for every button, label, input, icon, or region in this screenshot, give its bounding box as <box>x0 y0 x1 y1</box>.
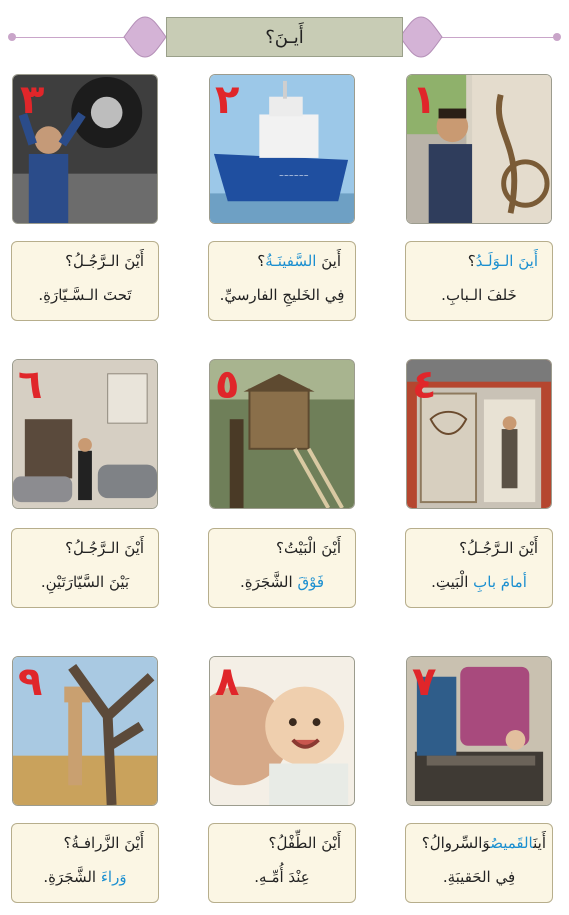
question-text: أَينَ الـوَلَـدُ؟ <box>467 252 538 270</box>
item-number-1: ١ <box>412 77 437 123</box>
banner-left-ornament <box>123 16 167 58</box>
question-text: أَيْنَ الْبَيْتُ؟ <box>275 539 341 557</box>
answer-text: أمامَ بابِ الْبَيتِ. <box>431 573 527 591</box>
question-card-1: أَينَ الـوَلَـدُ؟ خَلفَ الـبابِ. <box>405 241 553 321</box>
question-card-8: أَيْنَ الطِّفْلُ؟ عِنْدَ أُمِّـهِ. <box>208 823 356 903</box>
question-text: أَيْنَ الـرَّجُـلُ؟ <box>65 539 144 557</box>
answer-text: فِي الخَليجِ الفارسيِّ. <box>219 286 345 304</box>
item-number-8: ٨ <box>215 659 240 705</box>
answer-text: بَيْنَ السَّيّارَتَيْنِ. <box>40 573 130 591</box>
question-card-3: أَيْنَ الـرَّجُـلُ؟ تَحتَ الـسَّـيّارَةِ… <box>11 241 159 321</box>
answer-text: فِي الحَقيبَةِ. <box>442 868 516 886</box>
page-title: أَيـنَ؟ <box>166 17 403 57</box>
banner-right-ornament <box>399 16 443 58</box>
question-card-4: أَيْنَ الـرَّجُـلُ؟ أمامَ بابِ الْبَيتِ. <box>405 528 553 608</box>
answer-text: عِنْدَ أُمِّـهِ. <box>254 868 310 886</box>
answer-text: فَوْقَ الشَّجَرَةِ. <box>239 573 325 591</box>
question-card-5: أَيْنَ الْبَيْتُ؟ فَوْقَ الشَّجَرَةِ. <box>208 528 356 608</box>
question-card-9: أَيْنَ الزَّرافـةُ؟ وَراءَ الشَّجَرَةِ. <box>11 823 159 903</box>
item-number-6: ٦ <box>18 362 43 408</box>
item-number-7: ٧ <box>412 659 437 705</box>
answer-text: خَلفَ الـبابِ. <box>441 286 517 304</box>
svg-text:~~~~~~: ~~~~~~ <box>279 174 309 180</box>
banner-left-dot <box>8 33 16 41</box>
item-number-5: ٥ <box>215 362 240 408</box>
question-card-6: أَيْنَ الـرَّجُـلُ؟ بَيْنَ السَّيّارَتَي… <box>11 528 159 608</box>
question-card-2: أَينَ السَّفينَـةُ؟ فِي الخَليجِ الفارسي… <box>208 241 356 321</box>
item-number-4: ٤ <box>412 362 437 408</box>
question-text: أَيْنَ الزَّرافـةُ؟ <box>63 834 144 852</box>
question-text: أَيْنَ الطِّفْلُ؟ <box>268 834 341 852</box>
question-text: أَينَ السَّفينَـةُ؟ <box>257 252 341 270</box>
answer-text: وَراءَ الشَّجَرَةِ. <box>43 868 127 886</box>
question-text: أَينَالقَميصُوَالسِّروالُ؟ <box>421 834 546 852</box>
item-number-9: ٩ <box>18 659 43 705</box>
item-number-3: ٣ <box>20 77 45 123</box>
banner-right-dot <box>553 33 561 41</box>
answer-text: تَحتَ الـسَّـيّارَةِ. <box>38 286 132 304</box>
question-text: أَيْنَ الـرَّجُـلُ؟ <box>459 539 538 557</box>
question-card-7: أَينَالقَميصُوَالسِّروالُ؟ فِي الحَقيبَة… <box>405 823 553 903</box>
item-number-2: ٢ <box>215 77 240 123</box>
question-text: أَيْنَ الـرَّجُـلُ؟ <box>65 252 144 270</box>
